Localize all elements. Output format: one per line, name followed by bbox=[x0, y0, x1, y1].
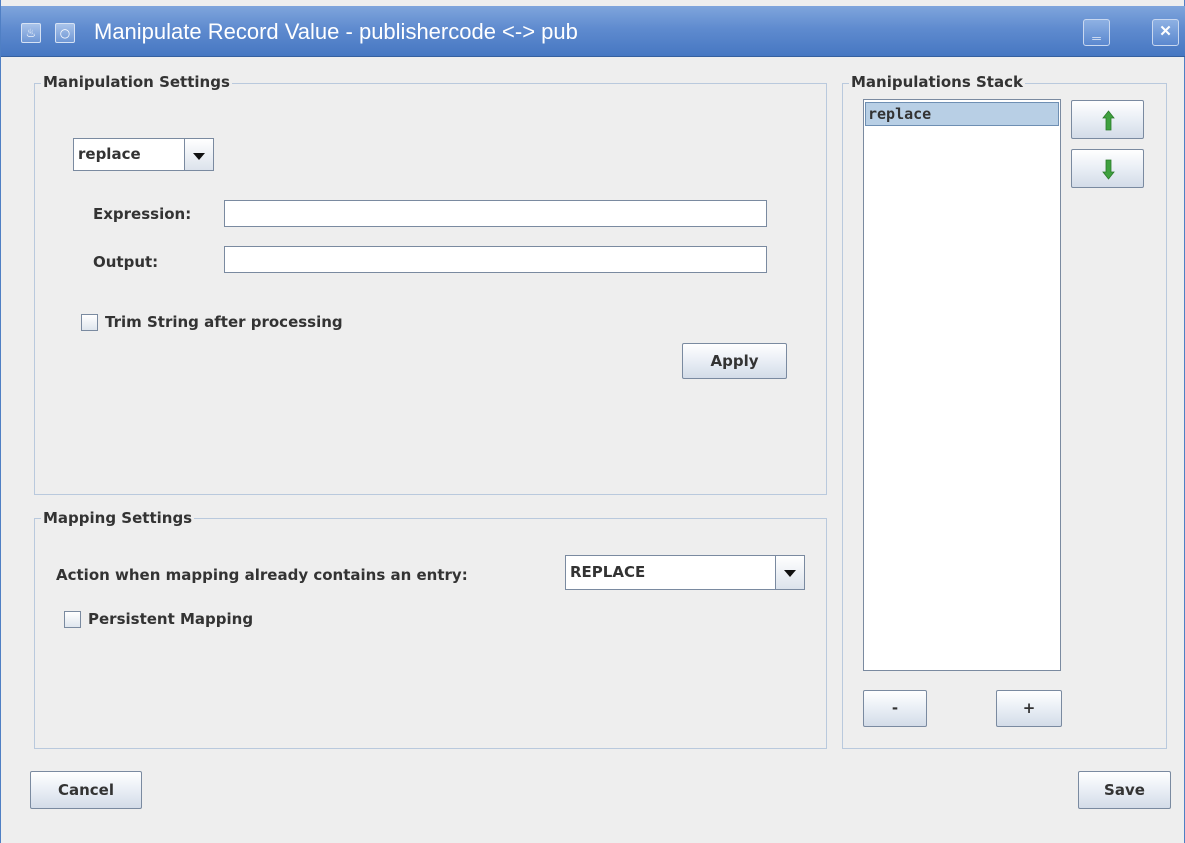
output-label: Output: bbox=[93, 253, 159, 271]
remove-manipulation-button[interactable]: - bbox=[863, 690, 927, 727]
mapping-action-select[interactable]: REPLACE bbox=[565, 555, 805, 590]
java-cup-icon[interactable]: ♨ bbox=[21, 23, 41, 43]
chevron-down-icon[interactable] bbox=[775, 556, 804, 589]
mapping-settings-legend: Mapping Settings bbox=[41, 509, 195, 527]
title-bar[interactable]: ♨ ○ Manipulate Record Value - publisherc… bbox=[1, 6, 1185, 57]
close-button[interactable]: ✕ bbox=[1152, 19, 1179, 46]
add-manipulation-button[interactable]: + bbox=[996, 690, 1062, 727]
window-title: Manipulate Record Value - publishercode … bbox=[94, 19, 578, 44]
list-item[interactable]: replace bbox=[865, 102, 1059, 126]
window-menu-icon[interactable]: ○ bbox=[55, 23, 75, 43]
minimize-button[interactable]: ‗ bbox=[1083, 19, 1110, 46]
persistent-mapping-label[interactable]: Persistent Mapping bbox=[88, 610, 253, 628]
mapping-action-label: Action when mapping already contains an … bbox=[56, 566, 468, 584]
move-up-button[interactable] bbox=[1071, 100, 1144, 139]
expression-label: Expression: bbox=[93, 205, 192, 223]
save-button[interactable]: Save bbox=[1078, 771, 1171, 809]
trim-string-label[interactable]: Trim String after processing bbox=[105, 313, 343, 331]
close-icon: ✕ bbox=[1159, 23, 1172, 40]
manipulations-stack-legend: Manipulations Stack bbox=[849, 73, 1025, 91]
dialog-window: ♨ ○ Manipulate Record Value - publisherc… bbox=[0, 0, 1185, 843]
move-down-button[interactable] bbox=[1071, 149, 1144, 188]
minimize-icon: ‗ bbox=[1092, 23, 1101, 40]
mapping-settings-group bbox=[34, 518, 827, 749]
cancel-button[interactable]: Cancel bbox=[30, 771, 142, 809]
operation-select-value: replace bbox=[78, 145, 141, 163]
arrow-down-icon bbox=[1102, 159, 1115, 180]
operation-select[interactable]: replace bbox=[73, 138, 214, 171]
manipulation-settings-legend: Manipulation Settings bbox=[41, 73, 232, 91]
apply-button[interactable]: Apply bbox=[682, 343, 787, 379]
mapping-action-select-value: REPLACE bbox=[570, 563, 646, 581]
persistent-mapping-checkbox[interactable] bbox=[64, 611, 81, 628]
output-input[interactable] bbox=[224, 246, 767, 273]
arrow-up-icon bbox=[1102, 110, 1115, 131]
chevron-down-icon[interactable] bbox=[184, 139, 213, 170]
trim-string-checkbox[interactable] bbox=[81, 314, 98, 331]
expression-input[interactable] bbox=[224, 200, 767, 227]
manipulations-list[interactable]: replace bbox=[863, 99, 1061, 671]
